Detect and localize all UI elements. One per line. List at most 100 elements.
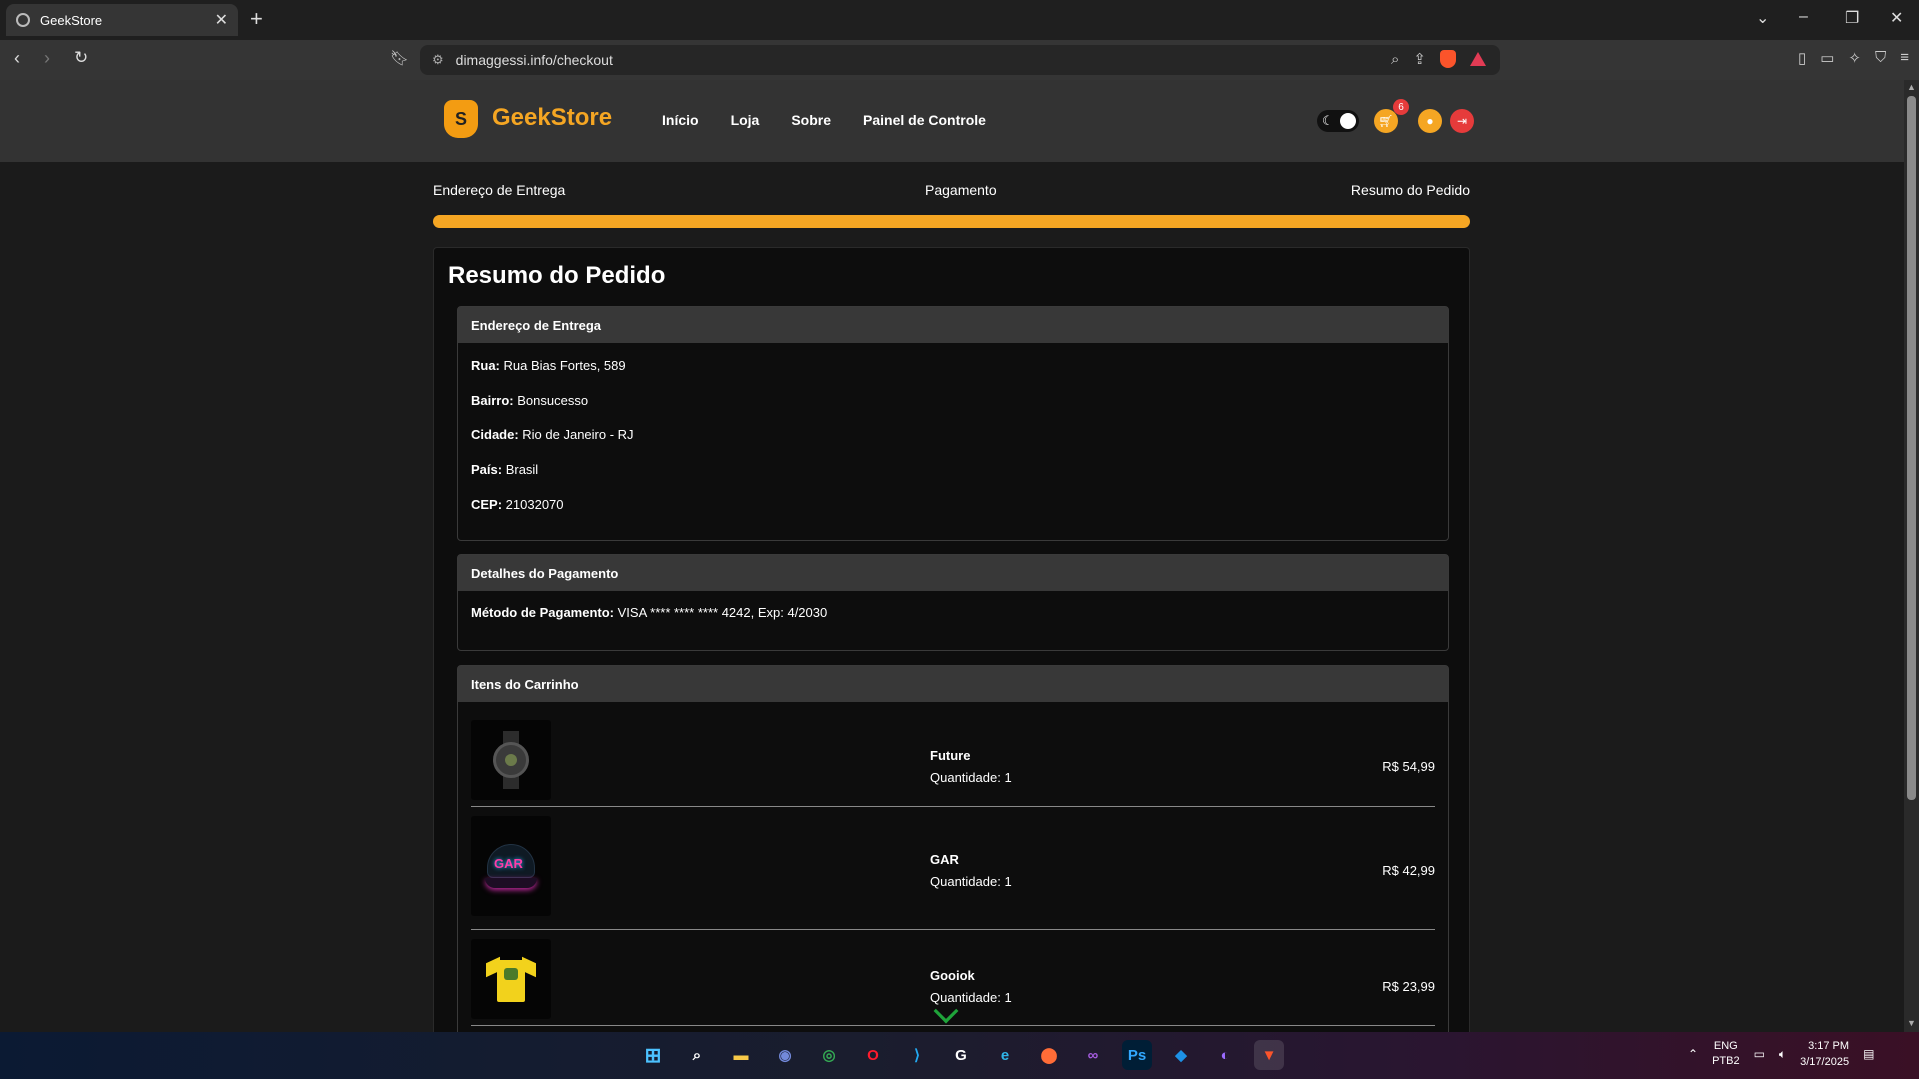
browser-tab-bar: GeekStore ✕ + ⌄ – ❐ ✕ bbox=[0, 0, 1919, 40]
windows-start-icon[interactable]: ⊞ bbox=[638, 1040, 668, 1070]
restore-icon[interactable]: ❐ bbox=[1845, 8, 1859, 28]
vscode-icon[interactable]: ⟩ bbox=[902, 1040, 932, 1070]
address-panel-heading: Endereço de Entrega bbox=[458, 307, 1448, 343]
user-button[interactable]: ● bbox=[1418, 109, 1442, 133]
payment-panel: Detalhes do Pagamento Método de Pagament… bbox=[457, 554, 1449, 651]
cart-panel: Itens do Carrinho Future Quantidade: 1 R… bbox=[457, 665, 1449, 1032]
tor-browser-icon[interactable]: ◐ bbox=[1210, 1040, 1240, 1070]
leo-ai-icon[interactable]: ✧ bbox=[1848, 49, 1861, 67]
checkout-progress-bar bbox=[433, 215, 1470, 228]
address-row-cidade: Cidade: Rio de Janeiro - RJ bbox=[471, 427, 634, 442]
address-label: Cidade: bbox=[471, 427, 519, 442]
nav-loja[interactable]: Loja bbox=[731, 112, 760, 128]
address-value: Rio de Janeiro - RJ bbox=[518, 427, 634, 442]
menu-icon[interactable]: ≡ bbox=[1900, 49, 1909, 67]
close-window-icon[interactable]: ✕ bbox=[1890, 8, 1903, 28]
scroll-up-icon[interactable]: ▲ bbox=[1907, 82, 1916, 92]
progress-fill bbox=[433, 215, 1470, 228]
item-price: R$ 54,99 bbox=[1382, 759, 1435, 774]
item-name: Future bbox=[930, 748, 971, 763]
photoshop-icon[interactable]: Ps bbox=[1122, 1040, 1152, 1070]
close-tab-icon[interactable]: ✕ bbox=[215, 10, 228, 30]
notifications-icon[interactable]: ▤ bbox=[1863, 1047, 1874, 1061]
payment-method-label: Método de Pagamento: bbox=[471, 605, 615, 620]
main-nav: Início Loja Sobre Painel de Controle bbox=[662, 112, 986, 128]
address-label: País: bbox=[471, 462, 503, 477]
brave-rewards-icon[interactable] bbox=[1470, 52, 1486, 66]
address-value: 21032070 bbox=[502, 497, 564, 512]
vpn-icon[interactable]: ⛉ bbox=[1875, 49, 1886, 67]
sidebar-icon[interactable]: ▯ bbox=[1798, 49, 1806, 67]
address-label: Bairro: bbox=[471, 393, 514, 408]
item-divider bbox=[471, 929, 1435, 930]
new-tab-icon[interactable]: + bbox=[250, 6, 263, 32]
item-price: R$ 23,99 bbox=[1382, 979, 1435, 994]
edge-icon[interactable]: e bbox=[990, 1040, 1020, 1070]
github-copilot-icon[interactable]: G bbox=[946, 1040, 976, 1070]
zoom-icon[interactable]: ⌕ bbox=[1391, 51, 1399, 68]
address-bar[interactable]: ⚙ dimaggessi.info/checkout ⌕ ⇪ bbox=[420, 45, 1500, 75]
address-row-pais: País: Brasil bbox=[471, 462, 538, 477]
browser-toolbar: ‹ › ↻ 🔖︎ ⚙ dimaggessi.info/checkout ⌕ ⇪ … bbox=[0, 40, 1919, 80]
page-scrollbar[interactable]: ▲ ▼ bbox=[1904, 80, 1919, 1032]
user-icon: ● bbox=[1426, 114, 1434, 128]
address-label: Rua: bbox=[471, 358, 500, 373]
scroll-down-icon[interactable]: ▼ bbox=[1907, 1018, 1916, 1028]
logo-text[interactable]: GeekStore bbox=[492, 104, 612, 132]
file-explorer-icon[interactable]: ▬ bbox=[726, 1040, 756, 1070]
opera-icon[interactable]: O bbox=[858, 1040, 888, 1070]
docker-icon[interactable]: ◆ bbox=[1166, 1040, 1196, 1070]
chrome-icon[interactable]: ◎ bbox=[814, 1040, 844, 1070]
theme-toggle[interactable]: ☾ bbox=[1317, 110, 1359, 132]
clock-date: 3/17/2025 bbox=[1800, 1056, 1850, 1068]
address-row-bairro: Bairro: Bonsucesso bbox=[471, 393, 588, 408]
logo-icon[interactable]: S bbox=[444, 100, 478, 138]
brave-shields-icon[interactable] bbox=[1440, 50, 1456, 68]
browser-tab[interactable]: GeekStore ✕ bbox=[6, 4, 238, 36]
url-text[interactable]: dimaggessi.info/checkout bbox=[456, 52, 613, 68]
logo-letter: S bbox=[454, 108, 467, 129]
share-icon[interactable]: ⇪ bbox=[1413, 50, 1426, 68]
network-icon[interactable]: ▭ bbox=[1754, 1047, 1765, 1061]
tray-overflow-chevron-icon[interactable]: ⌃ bbox=[1688, 1047, 1698, 1061]
logout-icon: ⇥ bbox=[1456, 114, 1468, 128]
forward-icon[interactable]: › bbox=[44, 48, 50, 69]
discord-icon[interactable]: ◉ bbox=[770, 1040, 800, 1070]
nav-sobre[interactable]: Sobre bbox=[791, 112, 831, 128]
language-code: ENG bbox=[1713, 1040, 1738, 1052]
watch-image bbox=[471, 720, 551, 800]
volume-icon[interactable]: 🔈︎ bbox=[1779, 1047, 1786, 1062]
back-icon[interactable]: ‹ bbox=[14, 48, 20, 69]
tab-search-chevron-icon[interactable]: ⌄ bbox=[1756, 8, 1769, 28]
address-panel: Endereço de Entrega Rua: Rua Bias Fortes… bbox=[457, 306, 1449, 541]
order-summary-card: Resumo do Pedido Endereço de Entrega Rua… bbox=[433, 247, 1470, 1032]
wallet-icon[interactable]: ▭ bbox=[1820, 49, 1834, 67]
tab-title: GeekStore bbox=[40, 12, 103, 28]
windows-taskbar: ⊞ ⌕ ▬ ◉ ◎ O ⟩ G e ⬤ ∞ Ps ◆ ◐ ▼ ⌃ ENG PTB… bbox=[0, 1032, 1919, 1079]
item-divider bbox=[471, 806, 1435, 807]
site-settings-icon[interactable]: ⚙ bbox=[432, 52, 444, 68]
brave-icon[interactable]: ▼ bbox=[1254, 1040, 1284, 1070]
logout-button[interactable]: ⇥ bbox=[1450, 109, 1474, 133]
nav-inicio[interactable]: Início bbox=[662, 112, 699, 128]
item-quantity: Quantidade: 1 bbox=[930, 874, 1012, 889]
search-icon[interactable]: ⌕ bbox=[682, 1040, 712, 1070]
item-quantity: Quantidade: 1 bbox=[930, 770, 1012, 785]
payment-method-row: Método de Pagamento: VISA **** **** ****… bbox=[471, 605, 827, 620]
step-endereco: Endereço de Entrega bbox=[433, 182, 566, 198]
moon-icon: ☾ bbox=[1322, 113, 1334, 128]
cart-icon: 🛒︎ bbox=[1378, 114, 1394, 128]
reload-icon[interactable]: ↻ bbox=[74, 48, 88, 68]
clock[interactable]: 3:17 PM 3/17/2025 bbox=[1800, 1038, 1849, 1070]
visual-studio-icon[interactable]: ∞ bbox=[1078, 1040, 1108, 1070]
nav-painel-de-controle[interactable]: Painel de Controle bbox=[863, 112, 986, 128]
item-name: Gooiok bbox=[930, 968, 975, 983]
item-divider bbox=[471, 1025, 1435, 1026]
minimize-icon[interactable]: – bbox=[1799, 8, 1808, 26]
cart-item: Gooiok Quantidade: 1 R$ 23,99 bbox=[471, 938, 1435, 1032]
language-indicator[interactable]: ENG PTB2 bbox=[1712, 1039, 1740, 1069]
cap-print-text: GAR bbox=[494, 856, 523, 871]
scroll-thumb[interactable] bbox=[1907, 96, 1916, 800]
postman-icon[interactable]: ⬤ bbox=[1034, 1040, 1064, 1070]
bookmark-icon[interactable]: 🔖︎ bbox=[390, 49, 409, 67]
